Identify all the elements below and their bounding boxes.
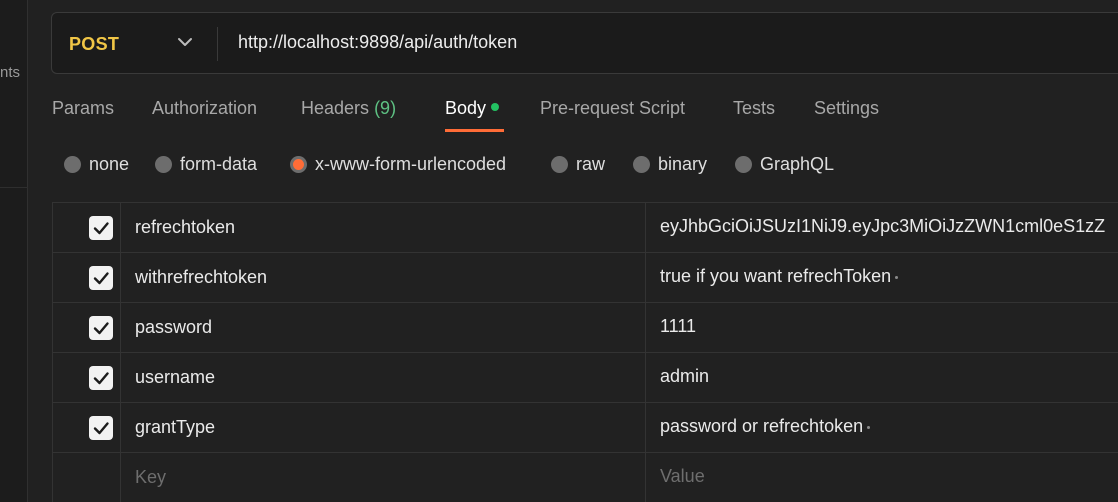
param-key[interactable]: username <box>122 353 646 402</box>
tab-label: Settings <box>814 98 880 118</box>
table-row: username admin <box>53 352 1118 402</box>
param-key[interactable]: refrechtoken <box>122 203 646 252</box>
radio-label: form-data <box>180 153 258 174</box>
row-checkbox-cell <box>53 253 121 302</box>
description-dot-icon <box>895 276 899 279</box>
url-divider <box>217 27 218 61</box>
checkmark-icon <box>93 222 109 235</box>
body-type-binary[interactable]: binary <box>633 152 707 176</box>
url-input[interactable] <box>238 32 1098 53</box>
row-checkbox-cell <box>53 353 121 402</box>
tab-label: Params <box>52 98 115 118</box>
radio-button[interactable] <box>155 155 172 173</box>
body-status-dot <box>491 103 500 111</box>
param-value[interactable]: admin <box>647 353 1118 402</box>
tab-params[interactable]: Params <box>52 98 114 119</box>
sidebar-divider <box>0 187 28 188</box>
tab-label: Headers <box>301 98 370 118</box>
tab-pre-request-script[interactable]: Pre-request Script <box>540 98 685 119</box>
row-checkbox-cell <box>53 403 121 452</box>
new-value-input[interactable]: Value <box>647 453 1118 502</box>
params-table: refrechtoken eyJhbGciOiJSUzI1NiJ9.eyJpc3… <box>52 202 1118 502</box>
headers-count-badge: (9) <box>374 98 397 118</box>
tab-tests[interactable]: Tests <box>733 98 775 119</box>
row-checkbox-cell <box>53 203 121 252</box>
body-type-urlencoded[interactable]: x-www-form-urlencoded <box>290 152 506 176</box>
body-type-none[interactable]: none <box>64 152 129 176</box>
chevron-down-icon[interactable] <box>176 35 194 49</box>
radio-button[interactable] <box>551 155 568 173</box>
param-key[interactable]: password <box>122 303 646 352</box>
radio-label: raw <box>576 153 606 174</box>
radio-button[interactable] <box>633 155 650 173</box>
request-url-bar: POST <box>51 12 1118 74</box>
tab-label: Pre-request Script <box>540 98 686 118</box>
param-value[interactable]: 1111 <box>647 303 1118 352</box>
param-value-cell[interactable]: password or refrechtoken <box>647 403 1118 452</box>
table-row-new: Key Value <box>53 452 1118 502</box>
body-type-form-data[interactable]: form-data <box>155 152 257 176</box>
new-key-input[interactable]: Key <box>122 453 646 502</box>
body-type-graphql[interactable]: GraphQL <box>735 152 834 176</box>
active-tab-indicator <box>445 129 504 132</box>
description-dot-icon <box>867 426 871 429</box>
param-key[interactable]: grantType <box>122 403 646 452</box>
method-selector[interactable]: POST <box>69 34 119 55</box>
param-key[interactable]: withrefrechtoken <box>122 253 646 302</box>
table-row: password 1111 <box>53 302 1118 352</box>
checkmark-icon <box>93 422 109 435</box>
checkmark-icon <box>93 272 109 285</box>
radio-label: binary <box>658 153 708 174</box>
radio-button[interactable] <box>64 155 81 173</box>
row-checkbox[interactable] <box>89 266 113 290</box>
table-row: withrefrechtoken true if you want refrec… <box>53 252 1118 302</box>
sidebar-strip: nts <box>0 0 28 502</box>
param-value: true if you want refrechToken <box>660 266 892 286</box>
radio-button[interactable] <box>735 155 752 173</box>
radio-button-selected[interactable] <box>290 155 307 173</box>
radio-label: x-www-form-urlencoded <box>315 153 507 174</box>
table-row: grantType password or refrechtoken <box>53 402 1118 452</box>
row-checkbox[interactable] <box>89 216 113 240</box>
tab-label: Body <box>445 98 487 118</box>
row-checkbox[interactable] <box>89 316 113 340</box>
row-checkbox[interactable] <box>89 366 113 390</box>
tab-body[interactable]: Body <box>445 98 500 119</box>
radio-label: none <box>89 153 130 174</box>
row-checkbox-cell <box>53 453 121 502</box>
body-type-raw[interactable]: raw <box>551 152 605 176</box>
tab-label: Tests <box>733 98 776 118</box>
tab-authorization[interactable]: Authorization <box>152 98 257 119</box>
param-value[interactable]: eyJhbGciOiJSUzI1NiJ9.eyJpc3MiOiJzZWN1cml… <box>647 203 1118 252</box>
tab-settings[interactable]: Settings <box>814 98 879 119</box>
row-checkbox-cell <box>53 303 121 352</box>
param-value-cell[interactable]: true if you want refrechToken <box>647 253 1118 302</box>
param-value: password or refrechtoken <box>660 416 864 436</box>
table-row: refrechtoken eyJhbGciOiJSUzI1NiJ9.eyJpc3… <box>53 202 1118 252</box>
radio-label: GraphQL <box>760 153 835 174</box>
checkmark-icon <box>93 322 109 335</box>
row-checkbox[interactable] <box>89 416 113 440</box>
tab-headers[interactable]: Headers (9) <box>301 98 396 119</box>
checkmark-icon <box>93 372 109 385</box>
sidebar-fragment[interactable]: nts <box>0 64 28 81</box>
tab-label: Authorization <box>152 98 258 118</box>
